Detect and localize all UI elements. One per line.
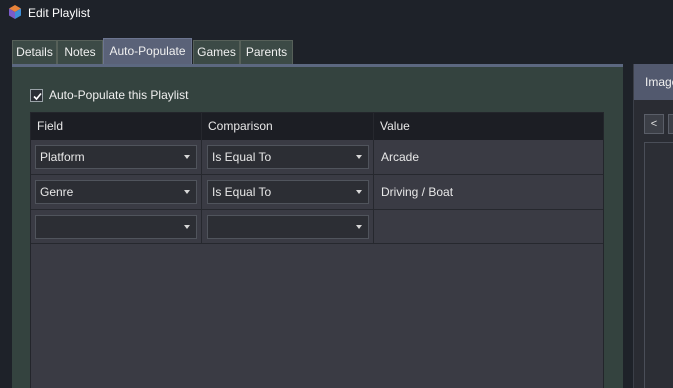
rules-grid: Field Comparison Value Platform Is Equal… — [30, 112, 604, 388]
row-divider — [31, 243, 603, 244]
auto-populate-checkbox[interactable] — [30, 88, 43, 102]
image-panel-title: Image — [645, 75, 673, 89]
column-header-comparison[interactable]: Comparison — [202, 113, 373, 140]
field-dropdown[interactable] — [35, 215, 197, 239]
tab-games[interactable]: Games — [193, 40, 240, 64]
dropdown-arrow-icon — [356, 155, 362, 159]
field-value: Platform — [40, 150, 85, 164]
checkmark-icon — [33, 92, 42, 100]
grid-header: Field Comparison Value — [31, 113, 603, 140]
column-header-field[interactable]: Field — [31, 113, 201, 140]
value-cell[interactable]: Arcade — [381, 150, 419, 164]
tab-details[interactable]: Details — [12, 40, 57, 64]
tab-auto-populate[interactable]: Auto-Populate — [103, 38, 192, 64]
tab-notes[interactable]: Notes — [57, 40, 103, 64]
rule-row — [31, 210, 603, 244]
comparison-value: Is Equal To — [212, 150, 272, 164]
column-header-value[interactable]: Value — [374, 113, 603, 140]
comparison-dropdown[interactable]: Is Equal To — [207, 180, 369, 204]
dropdown-arrow-icon — [184, 190, 190, 194]
auto-populate-panel: Auto-Populate this Playlist Field Compar… — [12, 64, 623, 388]
next-image-button[interactable] — [668, 114, 673, 134]
window-title: Edit Playlist — [28, 6, 91, 20]
dropdown-arrow-icon — [184, 155, 190, 159]
title-bar: Edit Playlist — [0, 0, 673, 26]
previous-image-button[interactable]: < — [644, 114, 664, 134]
comparison-value: Is Equal To — [212, 185, 272, 199]
comparison-dropdown[interactable]: Is Equal To — [207, 145, 369, 169]
image-panel-header: Image — [634, 64, 673, 100]
rule-row: Genre Is Equal To Driving / Boat — [31, 175, 603, 209]
comparison-dropdown[interactable] — [207, 215, 369, 239]
field-dropdown[interactable]: Genre — [35, 180, 197, 204]
auto-populate-option[interactable]: Auto-Populate this Playlist — [30, 88, 188, 102]
image-panel: Image < — [633, 64, 673, 388]
launchbox-app-icon — [9, 5, 21, 19]
field-value: Genre — [40, 185, 74, 199]
dropdown-arrow-icon — [356, 225, 362, 229]
dropdown-arrow-icon — [184, 225, 190, 229]
auto-populate-label: Auto-Populate this Playlist — [49, 88, 189, 102]
dropdown-arrow-icon — [356, 190, 362, 194]
tab-parents[interactable]: Parents — [240, 40, 293, 64]
value-cell[interactable]: Driving / Boat — [381, 185, 453, 199]
image-preview — [644, 142, 673, 388]
field-dropdown[interactable]: Platform — [35, 145, 197, 169]
rule-row: Platform Is Equal To Arcade — [31, 140, 603, 174]
